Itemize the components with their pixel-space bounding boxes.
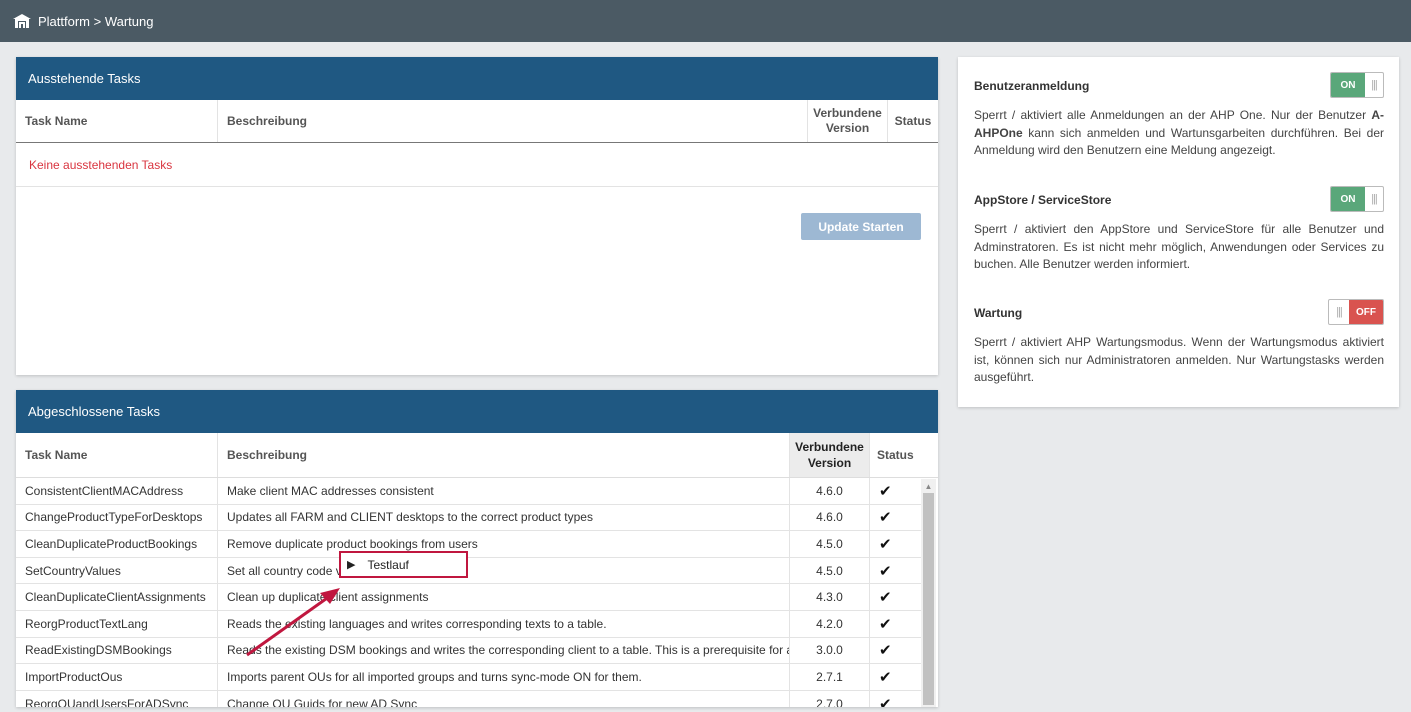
col-beschreibung[interactable]: Beschreibung: [218, 433, 790, 477]
table-scrollbar[interactable]: ▲: [921, 479, 936, 707]
toggle-grip-icon: |||: [1371, 193, 1378, 205]
task-version: 4.2.0: [790, 610, 870, 637]
toggle-grip-icon: |||: [1371, 79, 1378, 91]
task-version: 4.5.0: [790, 557, 870, 584]
task-description: Remove duplicate product bookings from u…: [218, 531, 790, 557]
scrollbar-thumb[interactable]: [923, 493, 934, 705]
task-name: ImportProductOus: [16, 664, 218, 690]
completed-tasks-title: Abgeschlossene Tasks: [28, 404, 161, 419]
task-name: ReorgProductTextLang: [16, 610, 218, 637]
table-row[interactable]: ImportProductOus Imports parent OUs for …: [16, 664, 922, 691]
pending-tasks-title: Ausstehende Tasks: [28, 71, 141, 86]
completed-table-body: ConsistentClientMACAddress Make client M…: [16, 478, 922, 707]
table-row[interactable]: ConsistentClientMACAddress Make client M…: [16, 478, 922, 505]
completed-tasks-panel: Abgeschlossene Tasks Task Name Beschreib…: [16, 390, 938, 707]
farm-logo-icon: [13, 14, 31, 28]
table-row[interactable]: ReorgOUandUsersForADSync Change OU Guids…: [16, 690, 922, 707]
task-description: Clean up duplicate client assignments: [218, 584, 790, 610]
play-icon: ▶: [347, 559, 356, 571]
task-version: 3.0.0: [790, 637, 870, 664]
status-check-icon: ✔: [879, 482, 892, 500]
status-check-icon: ✔: [879, 535, 892, 553]
table-row[interactable]: ChangeProductTypeForDesktops Updates all…: [16, 504, 922, 532]
topbar: Plattform > Wartung: [0, 0, 1411, 42]
status-check-icon: ✔: [879, 509, 892, 527]
task-version: 4.5.0: [790, 531, 870, 557]
setting-title: Benutzeranmeldung: [974, 79, 1090, 93]
context-menu-testlauf[interactable]: ▶ Testlauf: [339, 551, 468, 578]
setting-description: Sperrt / aktiviert alle Anmeldungen an d…: [974, 108, 1384, 157]
col-status[interactable]: Status: [888, 100, 938, 142]
col-beschreibung[interactable]: Beschreibung: [218, 100, 808, 142]
toggle-on-label: ON: [1331, 73, 1365, 97]
table-row[interactable]: ReadExistingDSMBookings Reads the existi…: [16, 637, 922, 665]
setting-description: Sperrt / aktiviert den AppStore und Serv…: [974, 222, 1384, 271]
task-version: 4.3.0: [790, 584, 870, 610]
status-check-icon: ✔: [879, 695, 892, 707]
setting-description: Sperrt / aktiviert AHP Wartungsmodus. We…: [974, 335, 1384, 384]
setting-title: Wartung: [974, 306, 1023, 320]
completed-table-header: Task Name Beschreibung Verbundene Versio…: [16, 433, 938, 478]
table-row[interactable]: CleanDuplicateClientAssignments Clean up…: [16, 584, 922, 611]
task-description: Reads the existing languages and writes …: [218, 610, 790, 637]
pending-tasks-header: Ausstehende Tasks: [16, 57, 938, 100]
task-name: ChangeProductTypeForDesktops: [16, 504, 218, 531]
toggle-wartung[interactable]: ||| OFF: [1328, 299, 1384, 325]
task-name: SetCountryValues: [16, 557, 218, 584]
task-description: Set all country code values for all user…: [218, 557, 790, 584]
task-description: Reads the existing DSM bookings and writ…: [218, 637, 790, 664]
table-row[interactable]: CleanDuplicateProductBookings Remove dup…: [16, 531, 922, 558]
setting-wartung: Wartung Sperrt / aktiviert AHP Wartungsm…: [974, 306, 1384, 387]
empty-message: Keine ausstehenden Tasks: [16, 143, 938, 187]
toggle-on-label: ON: [1331, 187, 1365, 211]
pending-table-header: Task Name Beschreibung Verbundene Versio…: [16, 100, 938, 143]
task-name: CleanDuplicateProductBookings: [16, 531, 218, 557]
update-start-button[interactable]: Update Starten: [801, 213, 921, 240]
completed-tasks-header: Abgeschlossene Tasks: [16, 390, 938, 433]
status-check-icon: ✔: [879, 615, 892, 633]
status-check-icon: ✔: [879, 668, 892, 686]
col-task-name[interactable]: Task Name: [16, 100, 218, 142]
col-version[interactable]: Verbundene Version: [808, 100, 888, 142]
status-check-icon: ✔: [879, 642, 892, 660]
settings-panel: Benutzeranmeldung Sperrt / aktiviert all…: [958, 57, 1399, 407]
col-task-name[interactable]: Task Name: [16, 433, 218, 477]
task-description: Imports parent OUs for all imported grou…: [218, 664, 790, 690]
pending-tasks-panel: Ausstehende Tasks Task Name Beschreibung…: [16, 57, 938, 375]
task-name: ReadExistingDSMBookings: [16, 637, 218, 664]
toggle-off-label: OFF: [1349, 300, 1383, 324]
toggle-grip-icon: |||: [1336, 306, 1343, 318]
toggle-appstore[interactable]: ON |||: [1330, 186, 1384, 212]
task-description: Change OU Guids for new AD Sync: [218, 690, 790, 707]
toggle-benutzeranmeldung[interactable]: ON |||: [1330, 72, 1384, 98]
status-check-icon: ✔: [879, 562, 892, 580]
task-version: 4.6.0: [790, 504, 870, 531]
setting-title: AppStore / ServiceStore: [974, 193, 1112, 207]
task-name: ReorgOUandUsersForADSync: [16, 690, 218, 707]
empty-message-text: Keine ausstehenden Tasks: [29, 157, 173, 172]
task-version: 2.7.0: [790, 690, 870, 707]
task-name: CleanDuplicateClientAssignments: [16, 584, 218, 610]
table-row[interactable]: SetCountryValues Set all country code va…: [16, 557, 922, 585]
task-description: Make client MAC addresses consistent: [218, 478, 790, 504]
task-description: Updates all FARM and CLIENT desktops to …: [218, 504, 790, 531]
status-check-icon: ✔: [879, 589, 892, 607]
breadcrumb[interactable]: Plattform > Wartung: [38, 14, 153, 29]
col-status[interactable]: Status: [870, 433, 920, 477]
col-version-sorted[interactable]: Verbundene Version: [790, 433, 870, 477]
context-menu-item-label[interactable]: Testlauf: [367, 558, 408, 572]
setting-appstore: AppStore / ServiceStore Sperrt / aktivie…: [974, 193, 1384, 274]
scroll-up-icon[interactable]: ▲: [921, 479, 936, 493]
task-version: 4.6.0: [790, 478, 870, 504]
task-name: ConsistentClientMACAddress: [16, 478, 218, 504]
task-version: 2.7.1: [790, 664, 870, 690]
setting-benutzeranmeldung: Benutzeranmeldung Sperrt / aktiviert all…: [974, 79, 1384, 160]
table-row[interactable]: ReorgProductTextLang Reads the existing …: [16, 610, 922, 638]
